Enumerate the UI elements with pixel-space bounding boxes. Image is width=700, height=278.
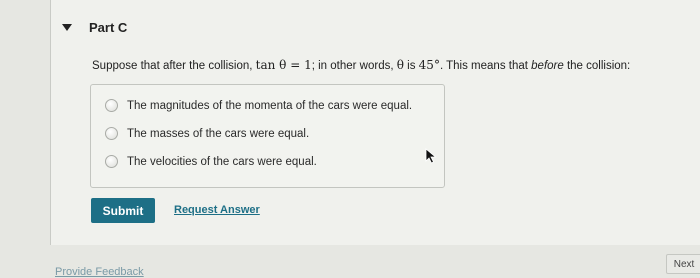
question-intro: Suppose that after the collision, bbox=[92, 60, 256, 72]
question-outro-1: . This means that bbox=[439, 60, 532, 72]
caret-down-icon[interactable] bbox=[62, 24, 72, 31]
option-momenta-equal[interactable]: The magnitudes of the momenta of the car… bbox=[105, 99, 412, 112]
question-text: Suppose that after the collision, tan θ … bbox=[92, 58, 630, 72]
radio-button[interactable] bbox=[105, 99, 118, 112]
math-angle: 45° bbox=[418, 58, 440, 72]
option-label: The velocities of the cars were equal. bbox=[127, 155, 317, 168]
question-emphasis: before bbox=[531, 60, 564, 72]
radio-button[interactable] bbox=[105, 127, 118, 140]
answer-options: The magnitudes of the momenta of the car… bbox=[90, 84, 445, 188]
mouse-cursor-icon bbox=[425, 148, 437, 164]
part-title: Part C bbox=[89, 20, 128, 35]
math-theta: θ bbox=[396, 58, 404, 72]
request-answer-link[interactable]: Request Answer bbox=[174, 204, 260, 216]
question-outro-2: the collision: bbox=[563, 60, 631, 72]
question-mid: ; in other words, bbox=[311, 60, 397, 72]
question-is: is bbox=[403, 60, 419, 72]
part-header[interactable]: Part C bbox=[62, 20, 127, 35]
provide-feedback-link[interactable]: Provide Feedback bbox=[55, 266, 144, 278]
option-label: The masses of the cars were equal. bbox=[127, 127, 310, 140]
math-tan-theta: tan θ = 1 bbox=[255, 58, 312, 72]
radio-button[interactable] bbox=[105, 155, 118, 168]
option-velocities-equal[interactable]: The velocities of the cars were equal. bbox=[105, 155, 317, 168]
next-button[interactable]: Next bbox=[666, 254, 700, 274]
submit-button[interactable]: Submit bbox=[91, 198, 155, 223]
option-label: The magnitudes of the momenta of the car… bbox=[127, 99, 413, 112]
option-masses-equal[interactable]: The masses of the cars were equal. bbox=[105, 127, 309, 140]
